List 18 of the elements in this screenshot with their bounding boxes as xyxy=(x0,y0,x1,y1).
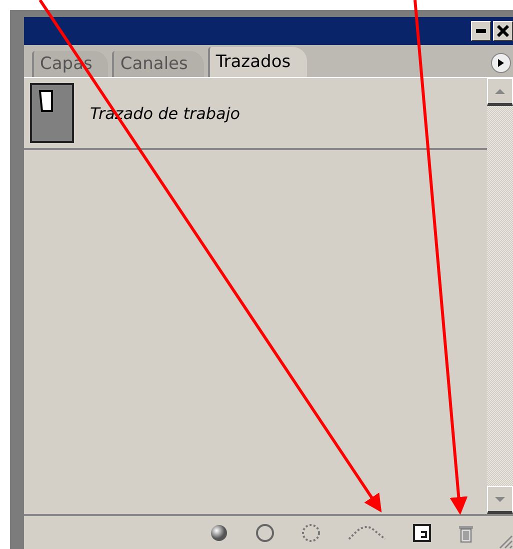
scroll-down-button[interactable] xyxy=(487,486,513,514)
path-thumbnail xyxy=(30,83,74,143)
filled-circle-icon[interactable] xyxy=(209,522,229,542)
minimize-button[interactable] xyxy=(471,21,491,41)
close-button[interactable] xyxy=(493,21,513,41)
down-arrow-icon xyxy=(495,496,505,502)
close-icon xyxy=(497,25,509,37)
panel-menu-button[interactable] xyxy=(491,53,511,73)
new-page-icon[interactable] xyxy=(413,524,431,542)
minimize-icon xyxy=(476,29,486,33)
scroll-up-button[interactable] xyxy=(487,78,513,106)
panel-tab[interactable]: Trazados xyxy=(208,47,307,77)
resize-grip-icon[interactable] xyxy=(497,533,513,549)
circle-outline-icon[interactable] xyxy=(255,522,275,542)
vertical-scrollbar[interactable] xyxy=(487,78,513,514)
dotted-circle-icon[interactable] xyxy=(301,522,321,542)
triangle-right-icon xyxy=(498,59,504,67)
up-arrow-icon xyxy=(495,88,505,94)
